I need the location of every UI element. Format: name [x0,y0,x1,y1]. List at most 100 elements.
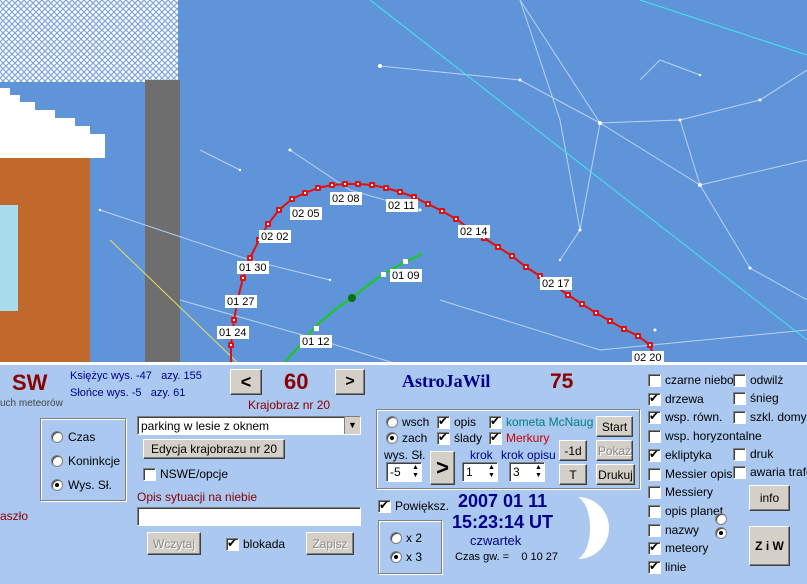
toggle-checkbox[interactable] [648,409,661,425]
date-display: 2007 01 11 [458,491,548,511]
toggle-checkbox[interactable] [648,430,661,444]
toggle-checkbox[interactable] [648,486,661,500]
mercury-point-center [427,203,429,205]
date-label: 02 17 [540,277,572,290]
date-label: 02 02 [259,230,291,243]
toggle-checkbox[interactable] [648,523,661,537]
toggle-checkbox[interactable] [648,374,661,387]
toggle-checkbox[interactable] [733,411,746,424]
description-step-spinner[interactable]: 3 ▲ ▼ [509,462,545,482]
toggle-label: Messier opis [665,466,733,481]
date-label: 01 30 [237,261,269,274]
mercury-point-center [581,303,583,305]
toggle-checkbox[interactable] [648,540,661,556]
edit-landscape-button[interactable]: Edycja krajobrazu nr 20 [143,439,285,459]
mercury-point-center [525,266,527,268]
minus-day-button[interactable]: -1d [559,440,587,461]
mercury-checkbox[interactable] [489,430,502,445]
rise-radio[interactable] [386,416,398,428]
nswe-label: NSWE/opcje [160,467,229,481]
toggle-checkbox[interactable] [733,374,746,387]
sky-description-input[interactable] [137,507,361,526]
comet-checkbox[interactable] [489,414,502,429]
info-button[interactable]: info [749,485,790,511]
mercury-point-center [230,344,232,346]
ziw-button[interactable]: Z i W [749,526,790,566]
moon-info: Księżyc wys. -47 azy. 155 [70,370,202,382]
landscape-select-value: parking w lesie z oknem [141,419,270,433]
mode-radio[interactable] [51,479,63,491]
toggle-checkbox[interactable] [648,559,661,574]
toggle-checkbox[interactable] [733,392,746,405]
time-display: 15:23:14 UT [452,512,554,532]
toggle-checkbox[interactable] [648,447,661,462]
set-radio[interactable] [386,432,398,444]
lock-checkbox[interactable] [226,536,239,551]
description-checkbox[interactable] [437,414,450,429]
description-step-caption: krok opisu [501,448,556,462]
mode-radio[interactable] [51,431,63,443]
step-caption: krok [470,448,493,462]
toggle-label: ekliptyka [665,447,712,462]
toggle-label: odwilż [750,373,784,387]
landscape-caption: Krajobraz nr 20 [248,398,331,412]
load-button[interactable]: Wczytaj [147,532,201,555]
show-button[interactable]: Pokaż [596,440,633,461]
mercury-point-center [609,320,611,322]
mercury-point-center [623,328,625,330]
landscape-select[interactable]: parking w lesie z oknem ▼ [137,416,361,435]
spinner-arrows-icon[interactable]: ▲ ▼ [487,464,496,480]
start-button[interactable]: Start [596,416,633,437]
date-label: 01 24 [217,326,249,339]
mercury-point-center [317,187,319,189]
sun-height-spinner[interactable]: -5 ▲ ▼ [386,462,422,482]
spinner-arrows-icon[interactable]: ▲ ▼ [534,464,543,480]
toggle-checkbox[interactable] [733,448,746,461]
traces-checkbox[interactable] [437,430,450,445]
prev-button[interactable]: < [230,369,262,395]
svg-text:01 09: 01 09 [392,270,420,282]
zoom-group [378,520,442,574]
date-label: 01 09 [390,269,422,282]
traces-label: ślady [454,431,483,445]
print-button[interactable]: Drukuj [596,464,635,485]
date-label: 01 12 [300,335,332,348]
toggle-checkbox[interactable] [648,467,661,481]
save-button[interactable]: Zapisz [306,532,354,555]
mercury-point-center [455,218,457,220]
sky-view[interactable]: 02 20 02 17 02 14 02 11 02 08 02 05 02 0… [0,0,807,365]
zoom-checkbox[interactable] [378,498,391,513]
zoom-x2-radio[interactable] [390,532,402,544]
toggle-label: śnieg [750,391,779,405]
go-button[interactable]: > [430,451,455,485]
mode-radio[interactable] [51,455,63,467]
control-panel: SW Księżyc wys. -47 azy. 155 Słońce wys.… [0,365,807,584]
svg-text:02 05: 02 05 [292,208,320,220]
t-button[interactable]: T [559,464,587,485]
date-label: 02 11 [386,199,418,212]
mercury-point-center [511,255,513,257]
rise-label: wsch [402,415,430,429]
toggle-label: nazwy [665,522,700,537]
date-label: 01 27 [225,295,257,308]
svg-text:02 02: 02 02 [261,231,289,243]
mercury-point-center [249,257,251,259]
toggle-label: Messiery [665,485,714,500]
spinner-arrows-icon[interactable]: ▲ ▼ [411,464,420,480]
toggle-label: wsp. równ. [665,410,723,425]
planet-desc-radio[interactable] [715,513,727,525]
zoom-x3-radio[interactable] [390,551,402,563]
house-window [0,205,18,311]
toggle-checkbox[interactable] [648,391,661,406]
toggle-checkbox[interactable] [648,504,661,518]
sun-info: Słońce wys. -5 azy. 61 [70,387,186,399]
nswe-checkbox[interactable] [143,468,156,481]
mercury-point-center [344,183,346,185]
planet-name-radio[interactable] [715,527,727,539]
chevron-down-icon[interactable]: ▼ [344,417,360,434]
sky-description-caption: Opis sytuacji na niebie [137,490,258,504]
step-spinner[interactable]: 1 ▲ ▼ [462,462,498,482]
next-button[interactable]: > [335,369,365,395]
toggle-checkbox[interactable] [733,466,746,479]
svg-text:02 08: 02 08 [332,193,360,205]
